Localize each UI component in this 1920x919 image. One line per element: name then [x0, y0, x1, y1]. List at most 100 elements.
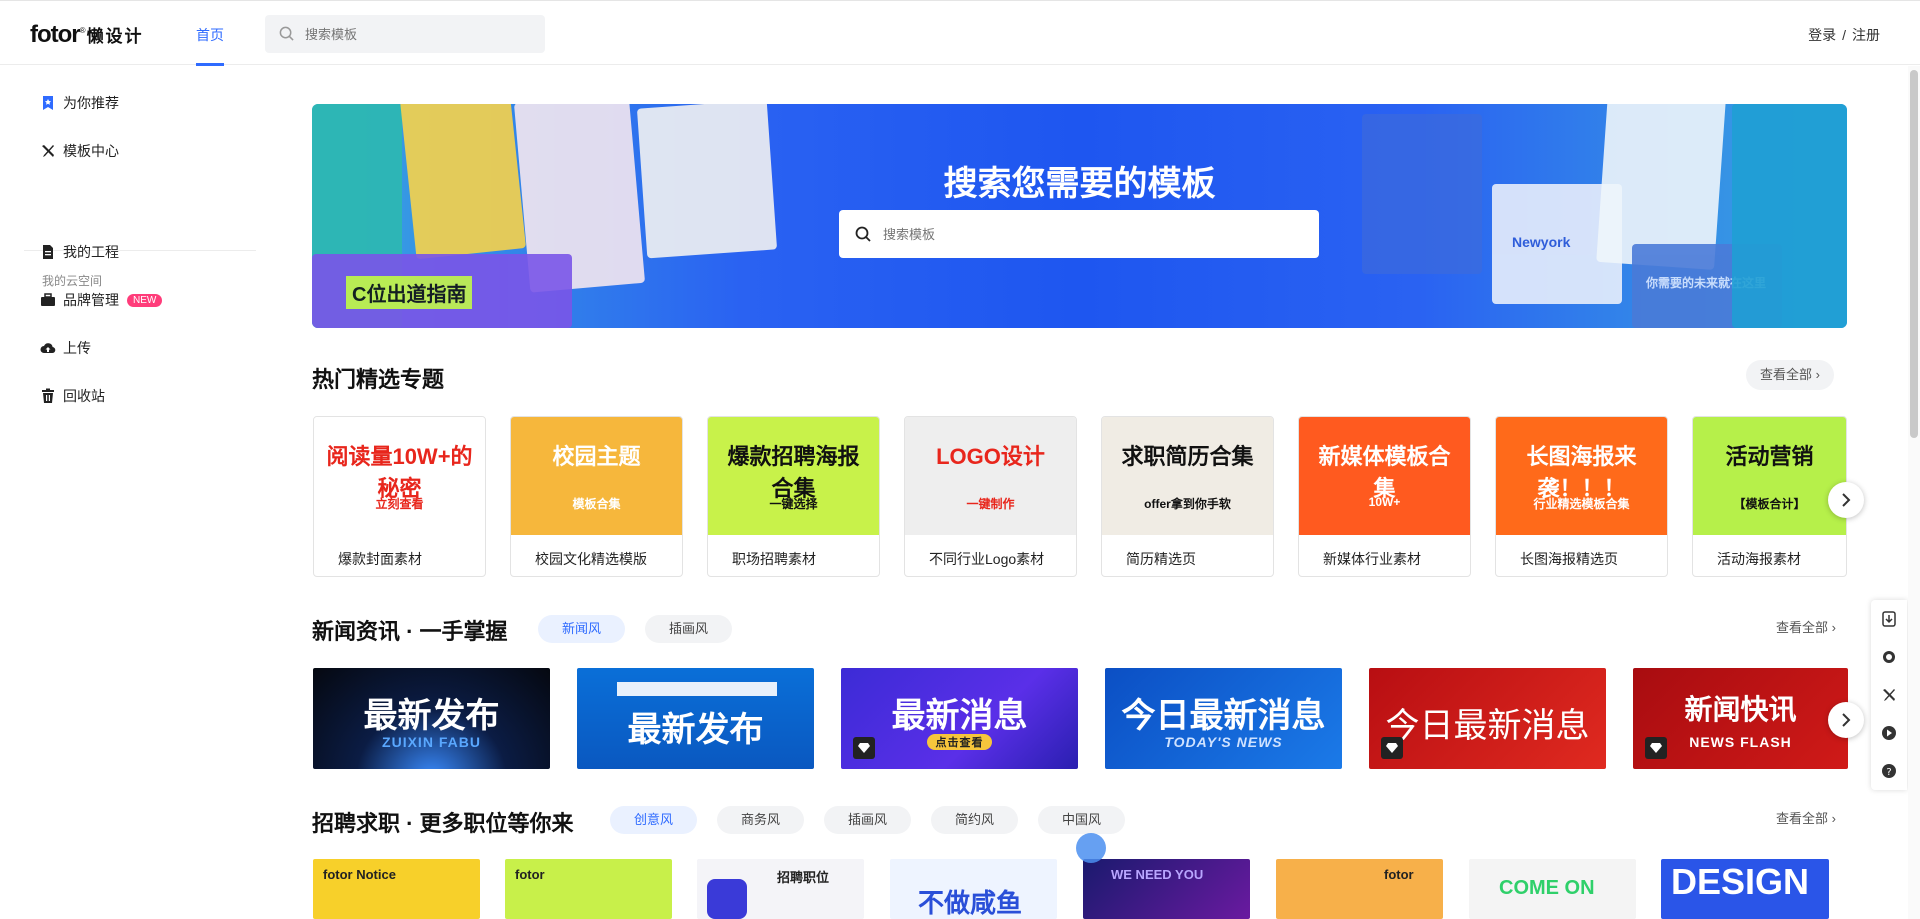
topic-card[interactable]: 活动营销 【模板合计】 活动海报素材 [1692, 416, 1847, 577]
sidebar-item-label: 模板中心 [63, 143, 119, 159]
topic-card-caption: 新媒体行业素材 [1323, 551, 1421, 567]
news-template-card[interactable]: 今日最新消息 TODAY'S NEWS [1105, 668, 1342, 769]
job-template-card[interactable]: 招聘职位 [697, 859, 864, 919]
chip-chinese-style[interactable]: 中国风 [1038, 806, 1126, 834]
sidebar-item-recommend[interactable]: 为你推荐 [40, 92, 119, 114]
topic-card-art-subtitle: 一键选择 [769, 497, 818, 511]
sidebar-item-label: 回收站 [63, 388, 105, 404]
topic-card-image: LOGO设计 一键制作 [905, 417, 1076, 535]
view-all-label: 查看全部 [1776, 811, 1829, 826]
news-next-arrow[interactable] [1828, 702, 1864, 738]
topic-card[interactable]: LOGO设计 一键制作不同行业Logo素材 [904, 416, 1077, 577]
hero-template-thumb [1732, 104, 1847, 328]
section-title-news: 新闻资讯 · 一手掌握 [312, 619, 508, 644]
topic-card-image: 求职简历合集 offer拿到你手软 [1102, 417, 1273, 535]
view-all-jobs-button[interactable]: 查看全部 › [1762, 804, 1850, 834]
view-all-news-button[interactable]: 查看全部 › [1762, 613, 1850, 643]
search-icon [279, 26, 294, 41]
search-icon [855, 226, 871, 242]
sidebar-item-brand[interactable]: 品牌管理 NEW [40, 289, 163, 311]
job-card-shape [707, 879, 747, 919]
topic-card[interactable]: 阅读量10W+的秘密 立刻查看 爆款封面素材 [313, 416, 486, 577]
tools-button[interactable] [1871, 676, 1907, 714]
sidebar-item-templates[interactable]: 模板中心 [40, 140, 119, 162]
view-all-label: 查看全部 [1776, 620, 1829, 635]
chevron-right-icon [1842, 493, 1851, 507]
chip-news-style[interactable]: 新闻风 [538, 615, 626, 643]
job-card-title: 招聘职位 [777, 870, 830, 885]
chip-business-style[interactable]: 商务风 [717, 806, 805, 834]
news-card-title: 最新发布 [627, 711, 764, 749]
chevron-right-icon [1842, 713, 1851, 727]
chip-simple-style[interactable]: 简约风 [931, 806, 1019, 834]
topic-card-art-title: 校园主题 [552, 444, 641, 469]
feedback-button[interactable] [1871, 638, 1907, 676]
topic-card[interactable]: 新媒体模板合集 10W+ 新媒体行业素材 [1298, 416, 1471, 577]
topic-card-art-title: 爆款招聘海报合集 [727, 444, 860, 501]
news-card-bar [617, 682, 777, 696]
topic-card-art-title: 活动营销 [1725, 444, 1814, 469]
right-tool-panel: ? [1871, 600, 1907, 790]
topic-card-image: 校园主题 模板合集 [511, 417, 682, 535]
news-template-card[interactable]: 今日最新消息 [1369, 668, 1606, 769]
topic-card-art-subtitle: 模板合集 [572, 497, 621, 511]
top-search-input[interactable] [305, 15, 535, 53]
topic-card-caption: 不同行业Logo素材 [929, 551, 1045, 567]
help-button[interactable]: ? [1871, 752, 1907, 790]
sidebar-item-upload[interactable]: 上传 [40, 337, 91, 359]
topic-card[interactable]: 求职简历合集 offer拿到你手软 简历精选页 [1101, 416, 1274, 577]
top-search-box[interactable] [265, 15, 545, 53]
news-template-card[interactable]: 新闻快讯 NEWS FLASH [1633, 668, 1848, 769]
help-icon: ? [1882, 764, 1896, 778]
sidebar-item-projects[interactable]: 我的工程 [40, 241, 119, 263]
news-template-card[interactable]: 最新发布 [577, 668, 814, 769]
topic-card-art-title: 新媒体模板合集 [1318, 444, 1451, 501]
job-template-card[interactable]: WE NEED YOU [1083, 859, 1250, 919]
topics-next-arrow[interactable] [1828, 482, 1864, 518]
job-card-title: fotor [1384, 867, 1414, 882]
svg-text:?: ? [1886, 767, 1891, 778]
sidebar: 为你推荐 模板中心 我的云空间 我的工程 品牌管理 NEW 上传 回收站 [0, 66, 260, 919]
chip-illustration-style[interactable]: 插画风 [824, 806, 912, 834]
topic-card-caption: 长图海报精选页 [1520, 551, 1618, 567]
login-link[interactable]: 登录 [1808, 27, 1836, 43]
download-icon [1882, 611, 1896, 627]
fotor-logo[interactable]: fotor® 懒设计 [30, 21, 144, 49]
job-template-card[interactable]: COME ON [1469, 859, 1636, 919]
briefcase-icon [41, 293, 55, 306]
topic-card-art-subtitle: offer拿到你手软 [1144, 497, 1231, 511]
topic-card[interactable]: 校园主题 模板合集 校园文化精选模版 [510, 416, 683, 577]
sidebar-item-label: 我的工程 [63, 244, 119, 260]
news-card-subtitle: TODAY'S NEWS [1164, 734, 1283, 750]
chip-illustration-style[interactable]: 插画风 [645, 615, 733, 643]
job-template-card[interactable]: 不做咸鱼 [890, 859, 1057, 919]
tutorial-button[interactable] [1871, 714, 1907, 752]
news-template-card[interactable]: 最新消息 点击查看 [841, 668, 1078, 769]
register-link[interactable]: 注册 [1852, 27, 1880, 43]
job-template-card[interactable]: fotor [505, 859, 672, 919]
hero-art-brand: Newyork [1512, 234, 1571, 250]
topic-card-caption: 职场招聘素材 [732, 551, 816, 567]
mouse-cursor-indicator [1076, 833, 1106, 863]
job-template-card[interactable]: DESIGN [1661, 859, 1829, 919]
hero-search-box[interactable] [839, 210, 1319, 258]
topic-card[interactable]: 爆款招聘海报合集 一键选择职场招聘素材 [707, 416, 880, 577]
job-template-card[interactable]: fotor [1276, 859, 1443, 919]
auth-links: 登录 / 注册 [1808, 25, 1880, 45]
page-scrollbar[interactable] [1908, 66, 1920, 919]
new-badge: NEW [127, 293, 163, 307]
sidebar-item-label: 为你推荐 [63, 95, 119, 111]
topic-card[interactable]: 长图海报来袭！！！ 行业精选模板合集 长图海报精选页 [1495, 416, 1668, 577]
nav-tab-home[interactable]: 首页 [196, 25, 224, 66]
chip-creative-style[interactable]: 创意风 [610, 806, 698, 834]
view-all-topics-button[interactable]: 查看全部 › [1746, 360, 1834, 390]
news-template-card[interactable]: 最新发布 ZUIXIN FABU [313, 668, 550, 769]
hero-search-input[interactable] [883, 210, 1303, 258]
download-app-button[interactable] [1871, 600, 1907, 638]
job-card-title: DESIGN [1671, 861, 1810, 902]
scrollbar-thumb[interactable] [1910, 70, 1918, 438]
topic-card-image: 爆款招聘海报合集 一键选择 [708, 417, 879, 535]
topic-card-art-subtitle: 立刻查看 [375, 497, 424, 511]
job-template-card[interactable]: fotor Notice [313, 859, 480, 919]
sidebar-item-trash[interactable]: 回收站 [40, 385, 105, 407]
